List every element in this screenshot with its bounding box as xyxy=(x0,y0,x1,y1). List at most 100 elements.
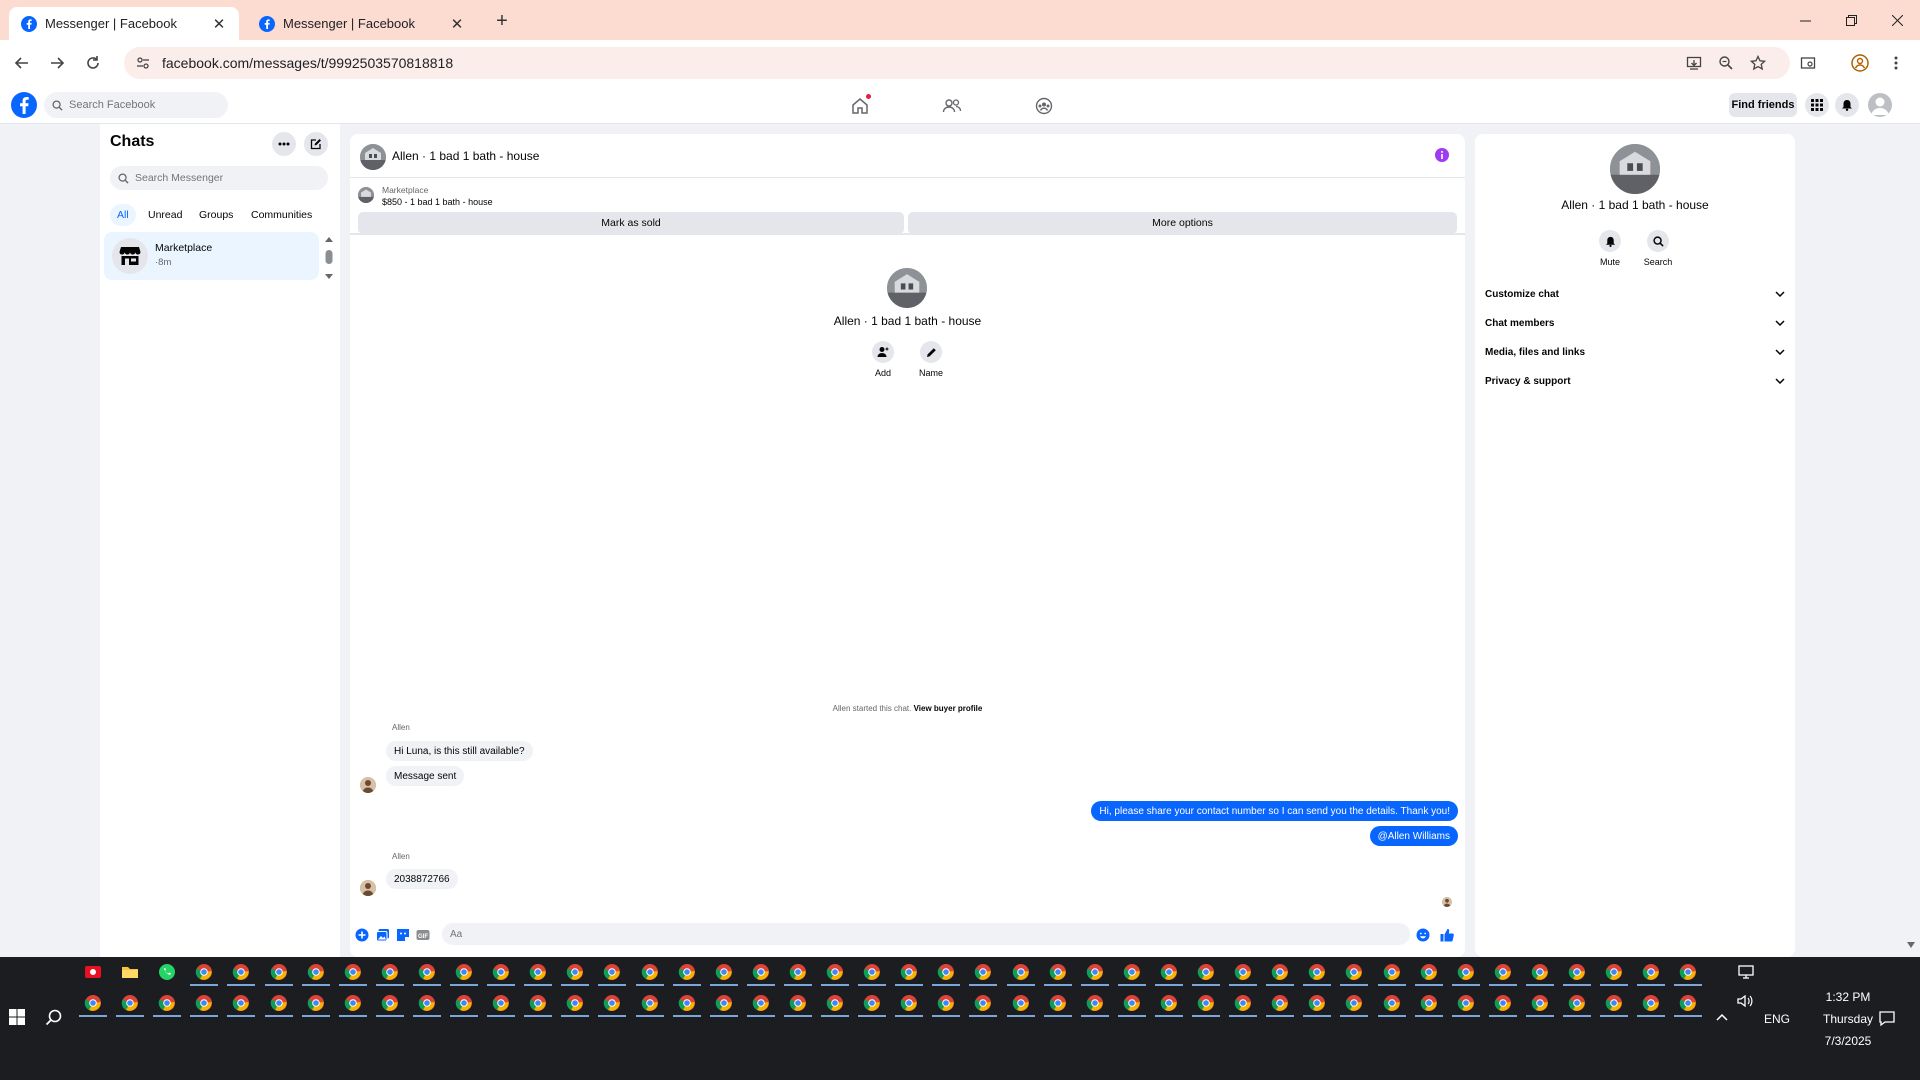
chrome-taskbar-icon[interactable] xyxy=(418,994,436,1012)
chrome-taskbar-icon[interactable] xyxy=(974,963,992,981)
chrome-menu-icon[interactable] xyxy=(1882,49,1910,77)
friends-icon[interactable] xyxy=(940,94,964,118)
messenger-search[interactable] xyxy=(110,166,328,190)
message-bubble-outgoing[interactable]: @Allen Williams xyxy=(1369,826,1458,846)
chrome-taskbar-icon[interactable] xyxy=(1345,963,1363,981)
restore-icon[interactable] xyxy=(1836,6,1866,34)
chrome-taskbar-icon[interactable] xyxy=(529,994,547,1012)
chrome-taskbar-icon[interactable] xyxy=(566,963,584,981)
find-friends-button[interactable]: Find friends xyxy=(1729,93,1797,117)
message-input[interactable] xyxy=(450,928,1350,940)
chrome-taskbar-icon[interactable] xyxy=(1012,994,1030,1012)
chrome-taskbar-icon[interactable] xyxy=(1457,963,1475,981)
language-indicator[interactable]: ENG xyxy=(1764,1012,1790,1026)
chrome-taskbar-icon[interactable] xyxy=(641,963,659,981)
sender-avatar[interactable] xyxy=(360,880,376,896)
sticker-icon[interactable] xyxy=(396,928,410,942)
privacy-support-section[interactable]: Privacy & support xyxy=(1485,371,1785,391)
chrome-taskbar-icon[interactable] xyxy=(84,994,102,1012)
chrome-taskbar-icon[interactable] xyxy=(270,994,288,1012)
chrome-taskbar-icon[interactable] xyxy=(1642,963,1660,981)
reload-icon[interactable] xyxy=(79,49,107,77)
notifications-bell-icon[interactable] xyxy=(1835,93,1859,117)
network-icon[interactable] xyxy=(1737,963,1755,981)
chrome-taskbar-icon[interactable] xyxy=(1531,994,1549,1012)
chrome-taskbar-icon[interactable] xyxy=(937,994,955,1012)
chrome-taskbar-icon[interactable] xyxy=(1160,963,1178,981)
groups-icon[interactable] xyxy=(1032,94,1056,118)
chrome-taskbar-icon[interactable] xyxy=(344,994,362,1012)
more-options-button[interactable]: More options xyxy=(908,212,1457,234)
thumbs-up-icon[interactable] xyxy=(1440,928,1454,942)
chrome-taskbar-icon[interactable] xyxy=(381,963,399,981)
emoji-icon[interactable] xyxy=(1416,928,1430,942)
chrome-taskbar-icon[interactable] xyxy=(232,963,250,981)
screen-recorder-taskbar-icon[interactable] xyxy=(84,963,102,981)
address-bar[interactable]: facebook.com/messages/t/9992503570818818 xyxy=(124,47,1790,79)
filter-communities[interactable]: Communities xyxy=(244,204,319,226)
facebook-logo-icon[interactable] xyxy=(11,92,37,118)
chrome-taskbar-icon[interactable] xyxy=(1049,963,1067,981)
chrome-taskbar-icon[interactable] xyxy=(1197,994,1215,1012)
chrome-taskbar-icon[interactable] xyxy=(1271,963,1289,981)
chrome-taskbar-icon[interactable] xyxy=(603,994,621,1012)
listing-thumbnail[interactable] xyxy=(358,187,374,203)
chrome-taskbar-icon[interactable] xyxy=(1494,963,1512,981)
minimize-icon[interactable] xyxy=(1790,6,1820,34)
browser-tab-inactive[interactable]: Messenger | Facebook ✕ xyxy=(247,7,477,40)
chrome-taskbar-icon[interactable] xyxy=(158,994,176,1012)
gif-icon[interactable]: GIF xyxy=(416,928,430,942)
tab-close-icon[interactable]: ✕ xyxy=(449,16,465,33)
chrome-taskbar-icon[interactable] xyxy=(789,994,807,1012)
chrome-taskbar-icon[interactable] xyxy=(1012,963,1030,981)
filter-all[interactable]: All xyxy=(110,204,136,226)
chrome-taskbar-icon[interactable] xyxy=(1531,963,1549,981)
chrome-taskbar-icon[interactable] xyxy=(307,994,325,1012)
chrome-taskbar-icon[interactable] xyxy=(1271,994,1289,1012)
conversation-avatar[interactable] xyxy=(360,144,386,170)
mark-as-sold-button[interactable]: Mark as sold xyxy=(358,212,904,234)
menu-grid-icon[interactable] xyxy=(1805,93,1829,117)
facebook-search-input[interactable] xyxy=(69,99,219,111)
chat-list-scrollbar[interactable] xyxy=(324,236,334,280)
tab-close-icon[interactable]: ✕ xyxy=(211,16,227,33)
chrome-taskbar-icon[interactable] xyxy=(1345,994,1363,1012)
chrome-taskbar-icon[interactable] xyxy=(381,994,399,1012)
plus-circle-icon[interactable] xyxy=(355,928,369,942)
clock-time[interactable]: 1:32 PM xyxy=(1808,990,1888,1004)
chrome-taskbar-icon[interactable] xyxy=(789,963,807,981)
chrome-taskbar-icon[interactable] xyxy=(974,994,992,1012)
chrome-taskbar-icon[interactable] xyxy=(1234,963,1252,981)
chrome-taskbar-icon[interactable] xyxy=(270,963,288,981)
chrome-taskbar-icon[interactable] xyxy=(344,963,362,981)
chrome-taskbar-icon[interactable] xyxy=(715,963,733,981)
chrome-taskbar-icon[interactable] xyxy=(826,994,844,1012)
photo-icon[interactable] xyxy=(376,928,390,942)
chrome-taskbar-icon[interactable] xyxy=(863,994,881,1012)
chrome-taskbar-icon[interactable] xyxy=(863,963,881,981)
name-chat-button[interactable]: Name xyxy=(911,341,951,378)
chrome-taskbar-icon[interactable] xyxy=(1383,994,1401,1012)
sender-avatar[interactable] xyxy=(360,777,376,793)
chrome-taskbar-icon[interactable] xyxy=(1086,994,1104,1012)
customize-chat-section[interactable]: Customize chat xyxy=(1485,284,1785,304)
notification-center-icon[interactable] xyxy=(1878,1010,1896,1028)
listing-title[interactable]: $850 - 1 bad 1 bath - house xyxy=(382,197,493,207)
chrome-taskbar-icon[interactable] xyxy=(603,963,621,981)
chrome-taskbar-icon[interactable] xyxy=(1679,994,1697,1012)
chrome-taskbar-icon[interactable] xyxy=(752,963,770,981)
chrome-taskbar-icon[interactable] xyxy=(1308,963,1326,981)
chrome-taskbar-icon[interactable] xyxy=(492,994,510,1012)
tab-search-icon[interactable] xyxy=(1794,49,1822,77)
chrome-taskbar-icon[interactable] xyxy=(455,994,473,1012)
new-message-button[interactable] xyxy=(304,132,328,156)
chrome-taskbar-icon[interactable] xyxy=(195,963,213,981)
chrome-taskbar-icon[interactable] xyxy=(307,963,325,981)
install-app-icon[interactable] xyxy=(1682,51,1706,75)
media-files-links-section[interactable]: Media, files and links xyxy=(1485,342,1785,362)
chrome-taskbar-icon[interactable] xyxy=(1308,994,1326,1012)
volume-icon[interactable] xyxy=(1736,992,1754,1010)
message-bubble-incoming[interactable]: Hi Luna, is this still available? xyxy=(386,741,533,761)
taskbar-search-icon[interactable] xyxy=(45,1009,63,1027)
page-scroll-down-arrow-icon[interactable] xyxy=(1906,940,1916,950)
